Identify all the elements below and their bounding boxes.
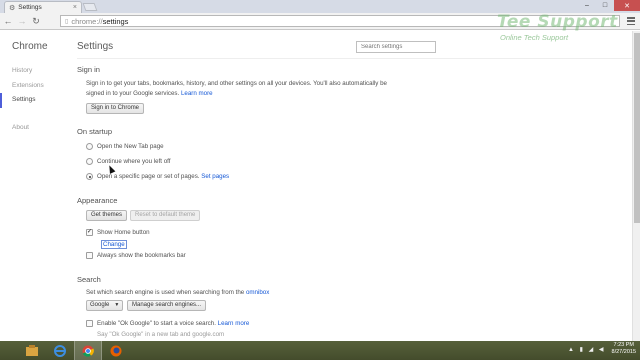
scrollbar-thumb[interactable] bbox=[634, 33, 640, 223]
ok-google-checkbox[interactable] bbox=[86, 320, 93, 327]
menu-icon[interactable] bbox=[626, 16, 636, 26]
ok-google-learn-more-link[interactable]: Learn more bbox=[218, 320, 250, 327]
sign-in-description-line2: signed in to your Google services. Learn… bbox=[86, 89, 213, 98]
startup-continue-label[interactable]: Continue where you left off bbox=[97, 158, 171, 165]
search-heading: Search bbox=[77, 275, 101, 284]
sign-in-description-text: signed in to your Google services. bbox=[86, 90, 180, 97]
sidebar-item-extensions[interactable]: Extensions bbox=[12, 79, 68, 94]
appearance-heading: Appearance bbox=[77, 196, 118, 205]
reset-theme-button[interactable]: Reset to default theme bbox=[130, 210, 201, 221]
set-pages-link[interactable]: Set pages bbox=[201, 173, 229, 180]
search-engine-select[interactable]: Google ▼ bbox=[86, 300, 124, 311]
forward-icon[interactable]: → bbox=[17, 16, 27, 26]
start-button[interactable] bbox=[0, 341, 18, 360]
tray-icons[interactable]: ▲ ▮ ◢ ◀ bbox=[568, 346, 605, 353]
minimize-button[interactable]: – bbox=[578, 0, 596, 11]
watermark-brand: Tee Support bbox=[497, 12, 618, 32]
search-settings-input[interactable] bbox=[356, 41, 436, 53]
watermark-logo: Tee Support Online Tech Support bbox=[492, 12, 620, 46]
page-scrollbar[interactable] bbox=[632, 31, 640, 341]
taskbar-store-icon[interactable] bbox=[18, 341, 46, 360]
watermark-tagline: Online Tech Support bbox=[500, 33, 569, 42]
address-path: settings bbox=[102, 16, 129, 26]
system-tray: ▲ ▮ ◢ ◀ 7:23 PM 8/27/2015 bbox=[568, 342, 636, 356]
tab-title: Settings bbox=[18, 4, 42, 11]
gear-icon: ⚙ bbox=[9, 4, 16, 12]
startup-specific-pages-radio[interactable] bbox=[86, 173, 93, 180]
close-window-button[interactable]: ✕ bbox=[614, 0, 640, 11]
show-bookmarks-checkbox[interactable] bbox=[86, 252, 93, 259]
search-description-row: Set which search engine is used when sea… bbox=[86, 288, 269, 297]
clock-time: 7:23 PM bbox=[613, 342, 634, 348]
page-icon: ▯ bbox=[65, 18, 69, 25]
ok-google-row: Enable "Ok Google" to start a voice sear… bbox=[97, 320, 249, 327]
clock[interactable]: 7:23 PM 8/27/2015 bbox=[612, 342, 636, 356]
sign-in-heading: Sign in bbox=[77, 65, 100, 74]
startup-continue-radio[interactable] bbox=[86, 158, 93, 165]
tab-close-icon[interactable]: × bbox=[73, 4, 77, 11]
address-scheme: chrome:// bbox=[71, 16, 103, 26]
sign-in-description-line1: Sign in to get your tabs, bookmarks, his… bbox=[86, 80, 387, 87]
header-divider bbox=[77, 58, 632, 59]
get-themes-button[interactable]: Get themes bbox=[86, 210, 128, 221]
search-description: Set which search engine is used when sea… bbox=[86, 289, 245, 296]
tab-settings[interactable]: ⚙ Settings × bbox=[4, 1, 82, 13]
taskbar: ▲ ▮ ◢ ◀ 7:23 PM 8/27/2015 bbox=[0, 341, 640, 360]
back-icon[interactable]: ← bbox=[3, 16, 13, 26]
sidebar-item-about[interactable]: About bbox=[12, 121, 68, 136]
startup-specific-pages-label[interactable]: Open a specific page or set of pages. bbox=[97, 173, 200, 180]
startup-specific-pages-row: Open a specific page or set of pages. Se… bbox=[97, 173, 229, 180]
search-engine-value: Google bbox=[90, 302, 110, 308]
startup-new-tab-radio[interactable] bbox=[86, 143, 93, 150]
startup-heading: On startup bbox=[77, 127, 113, 136]
sidebar-title: Chrome bbox=[12, 41, 48, 52]
ok-google-label[interactable]: Enable "Ok Google" to start a voice sear… bbox=[97, 320, 216, 327]
sidebar-item-settings[interactable]: Settings bbox=[0, 93, 68, 108]
dropdown-arrow-icon: ▼ bbox=[114, 302, 120, 308]
sidebar-item-history[interactable]: History bbox=[12, 64, 68, 79]
clock-date: 8/27/2015 bbox=[611, 349, 636, 355]
show-home-label[interactable]: Show Home button bbox=[97, 229, 150, 236]
sidebar: Chrome History Extensions Settings About bbox=[0, 31, 68, 136]
new-tab-button[interactable] bbox=[82, 3, 98, 11]
taskbar-firefox-icon[interactable] bbox=[102, 341, 130, 360]
omnibox-link[interactable]: omnibox bbox=[246, 289, 269, 296]
sign-in-learn-more-link[interactable]: Learn more bbox=[181, 90, 213, 97]
taskbar-ie-icon[interactable] bbox=[46, 341, 74, 360]
sign-in-button[interactable]: Sign in to Chrome bbox=[86, 103, 145, 114]
page-title: Settings bbox=[77, 41, 114, 52]
maximize-button[interactable]: □ bbox=[596, 0, 614, 11]
ok-google-hint: Say "Ok Google" in a new tab and google.… bbox=[97, 331, 225, 338]
taskbar-chrome-icon[interactable] bbox=[74, 341, 102, 360]
startup-new-tab-label[interactable]: Open the New Tab page bbox=[97, 143, 164, 150]
window-controls: – □ ✕ bbox=[578, 0, 640, 11]
reload-icon[interactable]: ↻ bbox=[31, 16, 41, 26]
show-home-checkbox[interactable]: ✓ bbox=[86, 229, 93, 236]
change-home-link[interactable]: Change bbox=[101, 240, 127, 249]
manage-search-engines-button[interactable]: Manage search engines... bbox=[127, 300, 207, 311]
show-bookmarks-label[interactable]: Always show the bookmarks bar bbox=[97, 252, 186, 259]
settings-page: Chrome History Extensions Settings About… bbox=[0, 31, 632, 341]
